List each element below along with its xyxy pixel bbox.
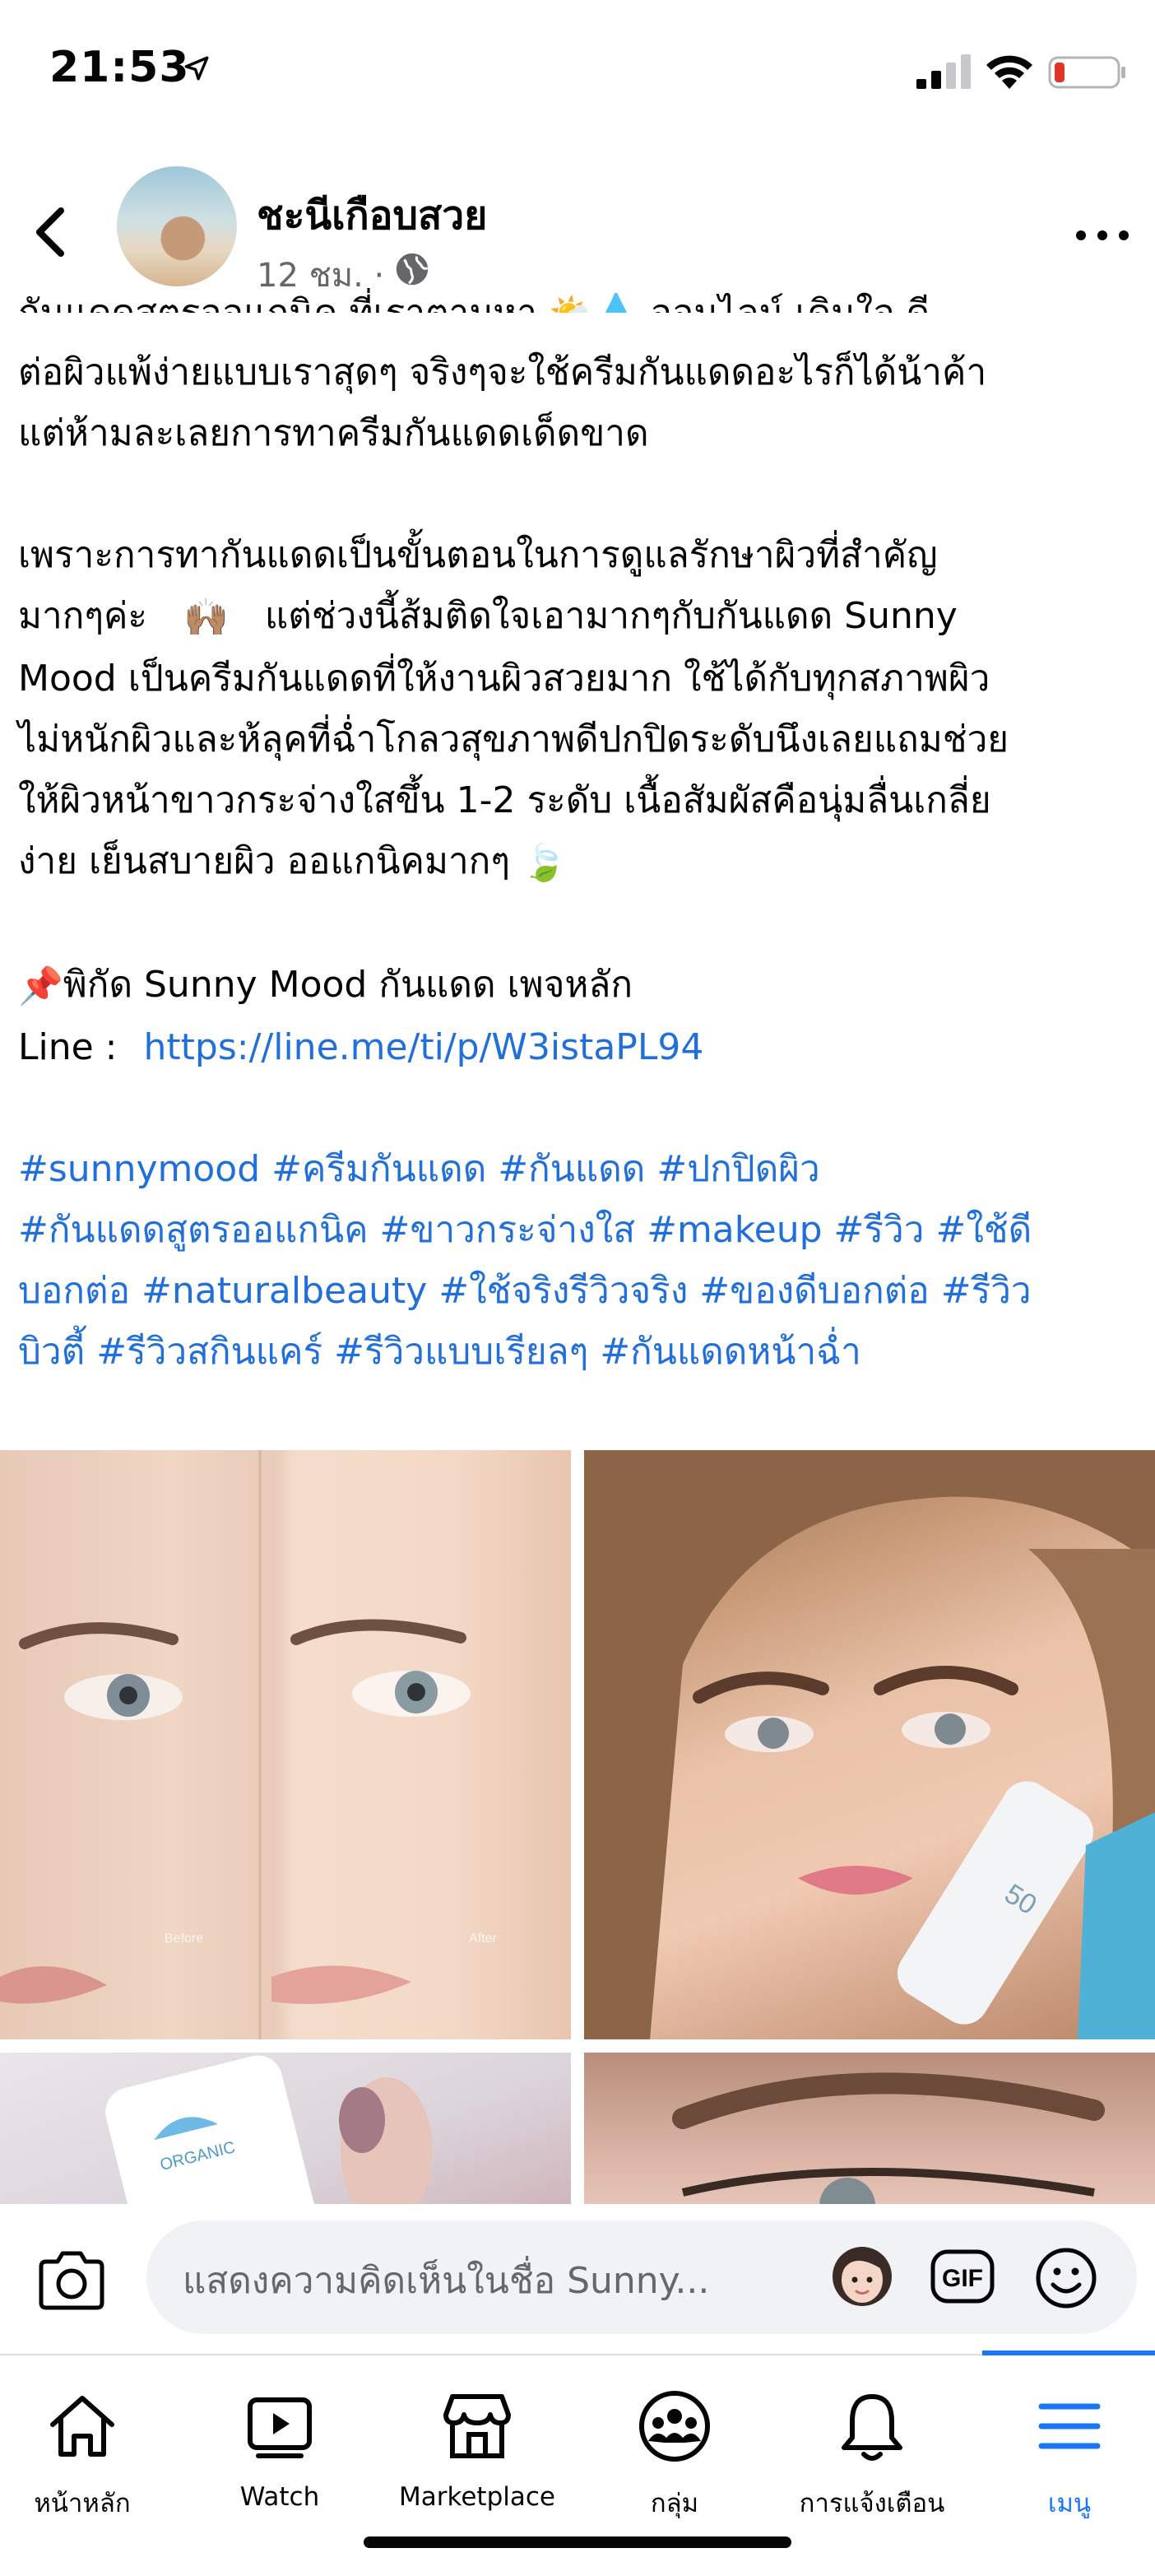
more-options-icon[interactable]	[1069, 219, 1135, 252]
tab-label: หน้าหลัก	[34, 2489, 131, 2518]
tab-label: Watch	[239, 2482, 320, 2512]
eye-illustration	[672, 2072, 1105, 2206]
location-line: 📌พิกัด Sunny Mood กันแดด เพจหลัก	[18, 955, 1145, 1017]
hashtag-line[interactable]: บิวตี้ #รีวิวสกินแคร์ #รีวิวแบบเรียลๆ #ก…	[18, 1322, 1145, 1383]
tab-label: Marketplace	[399, 2482, 555, 2512]
hashtag-line[interactable]: บอกต่อ #naturalbeauty #ใช้จริงรีวิวจริง …	[18, 1261, 1145, 1322]
status-bar: 21:53	[0, 0, 1155, 145]
groups-icon	[639, 2391, 710, 2462]
tab-menu[interactable]: เมนู	[979, 2375, 1155, 2523]
home-icon	[50, 2396, 114, 2457]
tab-label: เมนู	[1047, 2489, 1092, 2518]
photo-before-after[interactable]: Before After	[0, 1450, 571, 2039]
before-after-face-illustration: Before After	[0, 1450, 497, 2039]
tab-label: การแจ้งเตือน	[799, 2489, 945, 2518]
signal-icon	[916, 54, 971, 89]
tab-notifications[interactable]: การแจ้งเตือน	[782, 2375, 962, 2523]
post-line: ง่าย เย็นสบายผิว ออแกนิคมากๆ 🍃	[18, 831, 1145, 894]
photo-sunscreen-tube[interactable]: ORGANIC	[0, 2053, 571, 2206]
raised-hands-emoji: 🙌🏽	[183, 597, 229, 639]
leaf-emoji: 🍃	[521, 842, 567, 884]
post-line: แต่ห้ามละเลยการทาครีมกันแดดเด็ดขาด	[18, 412, 649, 454]
post-line: ไม่หนักผิวและห้ลุคที่ฉ่ำโกลวสุขภาพดีปกปิ…	[18, 718, 1009, 760]
avatar-sticker-icon[interactable]	[828, 2240, 897, 2309]
marketplace-icon	[443, 2394, 511, 2458]
model-illustration: 50	[584, 1450, 1155, 2039]
post-line: ให้ผิวหน้าขาวกระจ่างใสขึ้น 1-2 ระดับ เนื…	[18, 779, 991, 821]
battery-icon	[1048, 56, 1125, 89]
post-line: เพราะการทากันแดดเป็นขั้นตอนในการดูแลรักษ…	[18, 534, 938, 576]
post-line: Mood เป็นครีมกันแดดที่ให้งานผิวสวยมาก ใช…	[18, 658, 990, 700]
active-tab-indicator	[982, 2350, 1155, 2355]
tube-illustration: ORGANIC	[105, 2055, 433, 2206]
menu-icon	[1038, 2403, 1101, 2449]
hashtags[interactable]: #sunnymood #ครีมกันแดด #กันแดด #ปกปิดผิว…	[18, 1139, 1145, 1383]
author-avatar[interactable]	[117, 166, 237, 286]
tab-label: กลุ่ม	[650, 2489, 699, 2518]
hashtag-line[interactable]: #sunnymood #ครีมกันแดด #กันแดด #ปกปิดผิว	[18, 1139, 1145, 1200]
author-name[interactable]: ชะนีเกือบสวย	[257, 184, 487, 247]
before-label: Before	[165, 1932, 203, 1946]
location-arrow-icon	[184, 56, 209, 81]
bell-icon	[842, 2394, 902, 2461]
home-indicator[interactable]	[364, 2536, 791, 2548]
tab-home[interactable]: หน้าหลัก	[0, 2375, 173, 2523]
wifi-icon	[986, 55, 1032, 89]
post-line: ต่อผิวแพ้ง่ายแบบเราสุดๆ จริงๆจะใช้ครีมกั…	[18, 351, 987, 393]
photo-model-with-sunscreen[interactable]: 50	[584, 1450, 1155, 2039]
gif-icon[interactable]: GIF	[930, 2247, 995, 2306]
post-text-partial-line: กันแดดสูตรออแกนิค ที่เราตามหา 🌤️💧 ออนไลน…	[18, 283, 1145, 313]
camera-icon[interactable]	[35, 2247, 109, 2313]
post-line: มากๆค่ะ 🙌🏽 แต่ช่วงนี้ส้มติดใจเอามากๆกับก…	[18, 586, 1145, 649]
svg-text:GIF: GIF	[942, 2265, 983, 2292]
photo-grid: Before After 50 ORGANIC	[0, 1450, 1155, 2206]
pushpin-emoji: 📌	[18, 965, 63, 1007]
line-contact: Line : https://line.me/ti/p/W3istaPL94	[18, 1026, 704, 1068]
photo-eye-closeup[interactable]	[584, 2053, 1155, 2206]
line-link[interactable]: https://line.me/ti/p/W3istaPL94	[144, 1026, 704, 1068]
comment-bar: แสดงความคิดเห็นในชื่อ Sunny... GIF	[0, 2204, 1155, 2354]
hashtag-line[interactable]: #กันแดดสูตรออแกนิค #ขาวกระจ่างใส #makeup…	[18, 1200, 1145, 1261]
tab-watch[interactable]: Watch	[189, 2375, 370, 2523]
back-button[interactable]	[25, 199, 79, 265]
after-label: After	[469, 1932, 497, 1946]
emoji-icon[interactable]	[1033, 2245, 1099, 2311]
comment-placeholder[interactable]: แสดงความคิดเห็นในชื่อ Sunny...	[183, 2252, 709, 2309]
post-text: กันแดดสูตรออแกนิค ที่เราตามหา 🌤️💧 ออนไลน…	[18, 292, 1145, 1383]
tab-groups[interactable]: กลุ่ม	[584, 2375, 765, 2523]
status-time: 21:53	[49, 43, 190, 92]
tab-marketplace[interactable]: Marketplace	[387, 2375, 568, 2523]
watch-icon	[248, 2397, 312, 2458]
